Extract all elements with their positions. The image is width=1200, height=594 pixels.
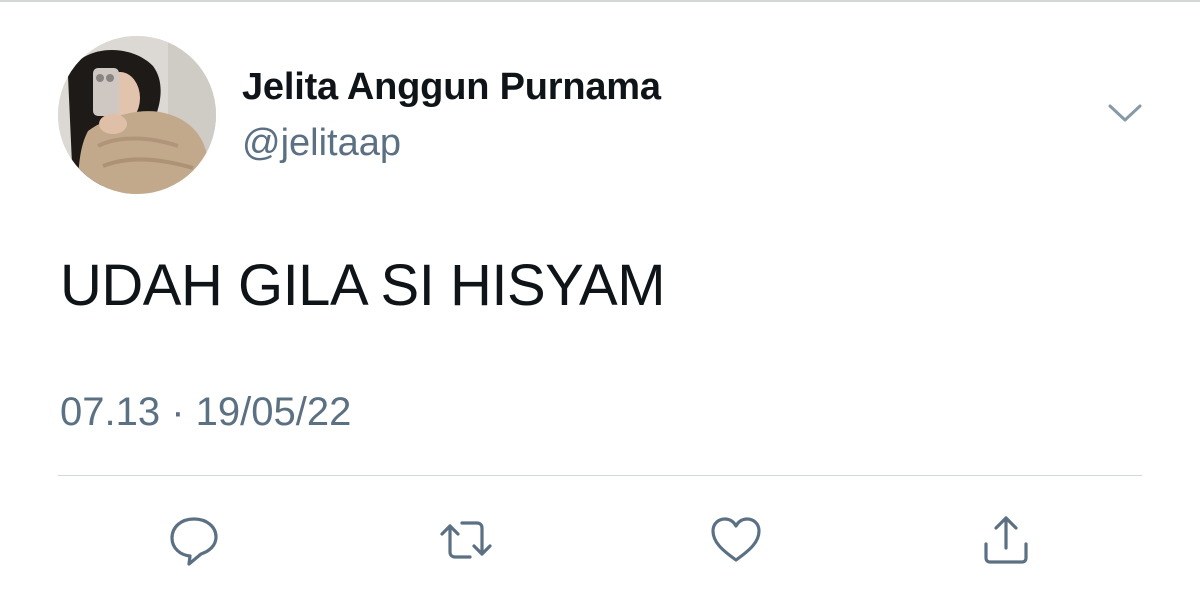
action-divider: [58, 475, 1142, 476]
avatar-photo: [58, 36, 216, 194]
like-button[interactable]: [708, 512, 764, 568]
speech-bubble-icon: [170, 517, 218, 566]
heart-icon: [711, 517, 761, 562]
user-handle[interactable]: @jelitaap: [242, 122, 401, 165]
retweet-button[interactable]: [438, 512, 494, 568]
share-button[interactable]: [978, 512, 1034, 568]
top-divider: [0, 0, 1200, 2]
avatar[interactable]: [58, 36, 216, 194]
display-name[interactable]: Jelita Anggun Purnama: [242, 66, 661, 109]
tweet-text: UDAH GILA SI HISYAM: [60, 253, 666, 318]
tweet-timestamp[interactable]: 07.13 · 19/05/22: [60, 390, 351, 435]
retweet-arrows-icon: [440, 521, 492, 559]
chevron-down-icon[interactable]: [1102, 98, 1148, 128]
share-upload-icon: [984, 516, 1028, 564]
reply-button[interactable]: [166, 512, 222, 568]
